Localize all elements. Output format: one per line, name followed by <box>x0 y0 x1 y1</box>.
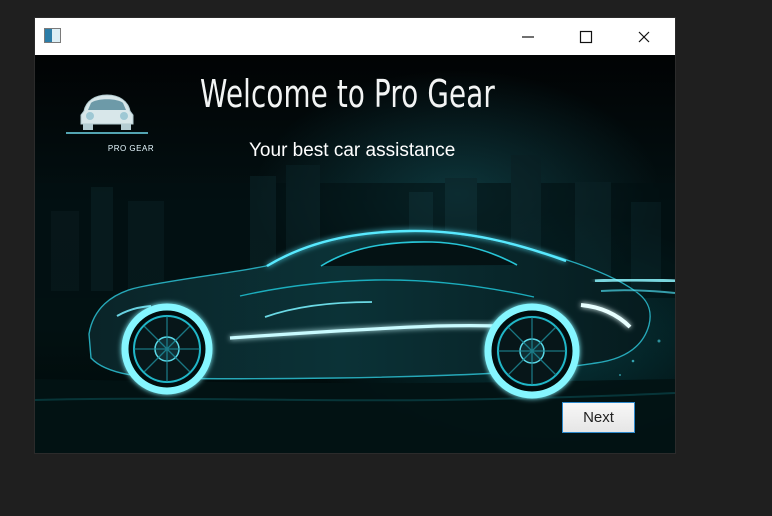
welcome-subtitle: Your best car assistance <box>249 140 456 161</box>
close-icon <box>638 31 650 42</box>
pro-gear-logo: PRO GEAR <box>59 77 179 165</box>
close-button[interactable] <box>615 18 673 55</box>
welcome-panel: PRO GEAR Welcome to Pro Gear Your best c… <box>35 55 675 453</box>
app-icon <box>44 28 61 43</box>
application-window: PRO GEAR Welcome to Pro Gear Your best c… <box>35 18 675 453</box>
minimize-icon <box>522 35 534 38</box>
logo-text: PRO GEAR <box>107 144 155 153</box>
maximize-icon <box>579 30 593 43</box>
car-logo-icon <box>66 94 148 134</box>
minimize-button[interactable] <box>499 18 557 55</box>
maximize-button[interactable] <box>557 18 615 55</box>
next-button[interactable]: Next <box>562 402 635 433</box>
title-bar <box>35 18 675 55</box>
welcome-heading: Welcome to Pro Gear <box>200 72 495 116</box>
